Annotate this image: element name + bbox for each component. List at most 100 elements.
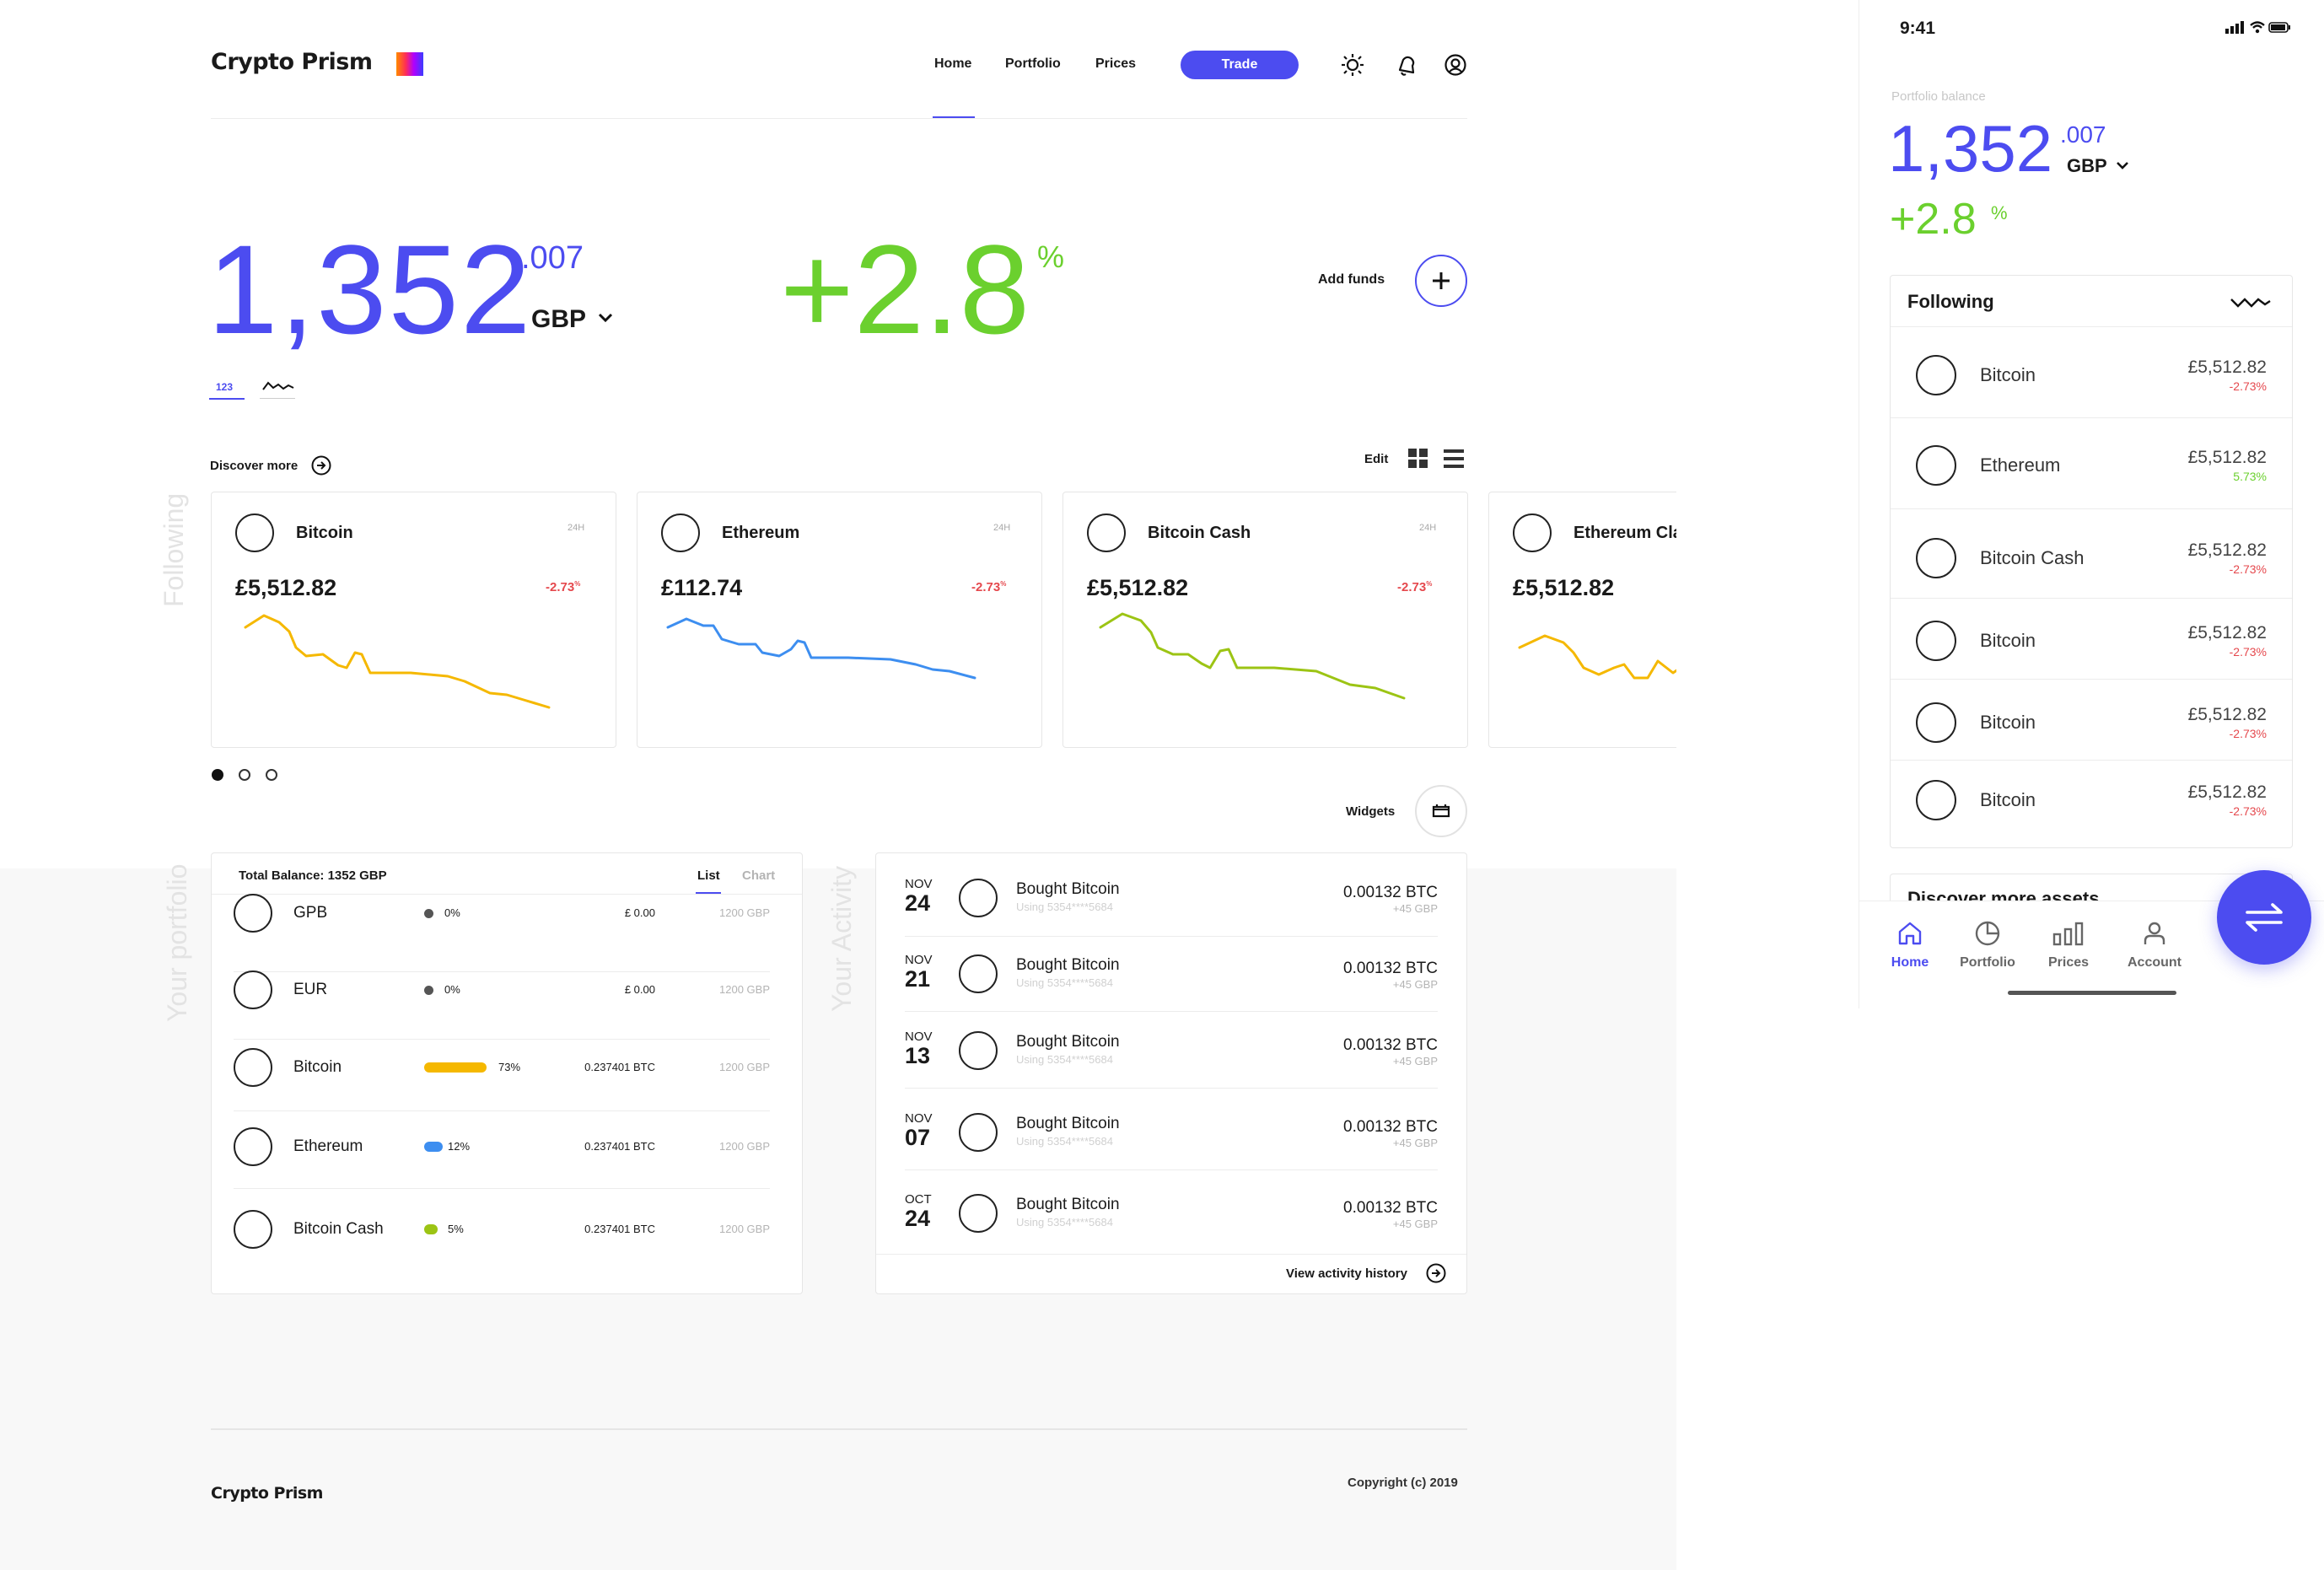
nav-portfolio[interactable]: Portfolio <box>1005 56 1061 72</box>
add-funds-button[interactable] <box>1415 255 1467 307</box>
trade-button[interactable]: Trade <box>1181 51 1299 79</box>
portfolio-row[interactable]: Bitcoin 73% 0.237401 BTC 1200 GBP <box>212 1042 802 1093</box>
notification-bell-icon[interactable] <box>1395 53 1418 77</box>
mobile-currency-selector[interactable]: GBP <box>2067 155 2129 177</box>
mobile-asset-row[interactable]: Bitcoin £5,512.82 -2.73% <box>1891 341 2292 408</box>
asset-sparkline <box>244 614 551 709</box>
cards-viewport: Bitcoin 24H £5,512.82 -2.73% Ethereum 24… <box>0 0 1676 759</box>
mobile-asset-row[interactable]: Ethereum £5,512.82 5.73% <box>1891 431 2292 498</box>
asset-name: Bitcoin <box>296 524 353 542</box>
activity-month: NOV <box>905 877 933 891</box>
activity-amount: 0.00132 BTC <box>1343 1036 1438 1054</box>
footer-logo[interactable]: Crypto Prism <box>211 1484 323 1503</box>
activity-row[interactable]: OCT 24 Bought Bitcoin Using 5354****5684… <box>876 1186 1466 1239</box>
app-logo[interactable]: Crypto Prism <box>211 49 373 75</box>
allocation-percent: 73% <box>498 1061 521 1073</box>
balance-integer: 1,352 <box>207 218 533 360</box>
asset-card[interactable]: Bitcoin 24H £5,512.82 -2.73% <box>211 492 616 748</box>
widgets-button[interactable] <box>1415 785 1467 837</box>
grid-view-icon[interactable] <box>1408 449 1428 473</box>
activity-card-used: Using 5354****5684 <box>1016 1053 1113 1066</box>
tab-chart[interactable]: Chart <box>742 868 775 883</box>
mobile-asset-row[interactable]: Bitcoin Cash £5,512.82 -2.73% <box>1891 524 2292 591</box>
tab-home-label: Home <box>1891 955 1929 970</box>
discover-more-link[interactable]: Discover more <box>210 459 298 473</box>
mobile-asset-name: Bitcoin <box>1980 712 2036 733</box>
portfolio-row[interactable]: EUR 0% £ 0.00 1200 GBP <box>212 965 802 1015</box>
activity-row[interactable]: NOV 13 Bought Bitcoin Using 5354****5684… <box>876 1023 1466 1077</box>
view-toggle-numeric[interactable]: 123 <box>216 381 233 393</box>
currency-selector[interactable]: GBP <box>531 305 613 334</box>
activity-row[interactable]: NOV 24 Bought Bitcoin Using 5354****5684… <box>876 870 1466 924</box>
asset-name: Bitcoin Cash <box>293 1220 384 1238</box>
tab-list[interactable]: List <box>697 868 720 883</box>
asset-card[interactable]: Ethereum Cla £5,512.82 <box>1488 492 1676 748</box>
logo-prism-icon <box>396 52 423 76</box>
allocation-percent: 0% <box>444 906 460 919</box>
mobile-change-unit: % <box>1991 202 2008 223</box>
chart-wave-icon[interactable] <box>2230 294 2272 315</box>
carousel-dot-3[interactable] <box>266 769 277 781</box>
edit-button[interactable]: Edit <box>1364 452 1388 466</box>
chevron-down-icon <box>2116 159 2129 174</box>
activity-row[interactable]: NOV 07 Bought Bitcoin Using 5354****5684… <box>876 1105 1466 1159</box>
activity-row[interactable]: NOV 21 Bought Bitcoin Using 5354****5684… <box>876 946 1466 1000</box>
view-toggle-numeric-underline <box>209 398 245 400</box>
mobile-asset-row[interactable]: Bitcoin £5,512.82 -2.73% <box>1891 766 2292 833</box>
asset-logo-placeholder <box>1916 355 1956 395</box>
mobile-asset-price: £5,512.82 <box>2187 705 2267 724</box>
arrow-right-circle-icon[interactable] <box>1426 1263 1446 1288</box>
asset-card[interactable]: Ethereum 24H £112.74 -2.73% <box>637 492 1042 748</box>
home-indicator <box>2008 991 2176 995</box>
theme-sun-icon[interactable] <box>1341 53 1364 77</box>
asset-logo-placeholder <box>959 1113 998 1152</box>
widgets-label[interactable]: Widgets <box>1346 804 1395 819</box>
activity-card-used: Using 5354****5684 <box>1016 1135 1113 1148</box>
portfolio-side-label: Your portfolio <box>162 863 192 1022</box>
carousel-dot-2[interactable] <box>239 769 250 781</box>
view-toggle-chart-icon[interactable] <box>261 379 295 397</box>
asset-amount: £ 0.00 <box>624 906 655 919</box>
arrow-right-circle-icon[interactable] <box>311 455 331 480</box>
asset-name: Ethereum <box>722 524 800 542</box>
asset-card[interactable]: Bitcoin Cash 24H £5,512.82 -2.73% <box>1062 492 1468 748</box>
portfolio-row[interactable]: GPB 0% £ 0.00 1200 GBP <box>212 888 802 938</box>
asset-logo-placeholder <box>959 1194 998 1233</box>
copyright: Copyright (c) 2019 <box>1348 1476 1458 1490</box>
mobile-asset-price: £5,512.82 <box>2187 782 2267 802</box>
activity-amount: 0.00132 BTC <box>1343 884 1438 901</box>
nav-home[interactable]: Home <box>934 56 971 72</box>
row-divider <box>905 936 1438 937</box>
nav-prices[interactable]: Prices <box>1095 56 1136 72</box>
view-activity-history-link[interactable]: View activity history <box>1286 1266 1407 1281</box>
list-view-icon[interactable] <box>1444 449 1464 473</box>
mobile-following-card: Following Bitcoin £5,512.82 -2.73% Ether… <box>1890 275 2293 848</box>
tab-prices[interactable]: Prices <box>2035 919 2102 970</box>
activity-day: 24 <box>905 1206 931 1231</box>
asset-logo-placeholder <box>1916 702 1956 743</box>
account-icon[interactable] <box>1444 53 1467 77</box>
asset-period: 24H <box>568 523 585 533</box>
mobile-asset-change: -2.73% <box>2229 645 2267 659</box>
mobile-currency-label: GBP <box>2067 155 2107 176</box>
add-funds-label[interactable]: Add funds <box>1318 272 1385 288</box>
portfolio-row[interactable]: Ethereum 12% 0.237401 BTC 1200 GBP <box>212 1121 802 1172</box>
asset-logo-placeholder <box>1916 538 1956 578</box>
mobile-asset-row[interactable]: Bitcoin £5,512.82 -2.73% <box>1891 688 2292 755</box>
tab-portfolio[interactable]: Portfolio <box>1952 919 2023 970</box>
allocation-percent: 5% <box>448 1223 464 1235</box>
carousel-dot-1[interactable] <box>212 769 223 781</box>
activity-gbp: +45 GBP <box>1392 978 1438 991</box>
swap-fab-button[interactable] <box>2217 870 2311 965</box>
portfolio-row[interactable]: Bitcoin Cash 5% 0.237401 BTC 1200 GBP <box>212 1204 802 1255</box>
asset-logo-placeholder <box>1916 445 1956 486</box>
mobile-asset-row[interactable]: Bitcoin £5,512.82 -2.73% <box>1891 606 2292 674</box>
tab-home[interactable]: Home <box>1883 919 1937 970</box>
row-divider <box>234 1188 770 1189</box>
tab-prices-label: Prices <box>2047 955 2090 970</box>
asset-amount: £ 0.00 <box>624 983 655 996</box>
activity-day: 13 <box>905 1043 931 1068</box>
mobile-asset-change: -2.73% <box>2229 727 2267 740</box>
tab-account[interactable]: Account <box>2119 919 2190 970</box>
asset-gbp-value: 1200 GBP <box>719 906 770 919</box>
